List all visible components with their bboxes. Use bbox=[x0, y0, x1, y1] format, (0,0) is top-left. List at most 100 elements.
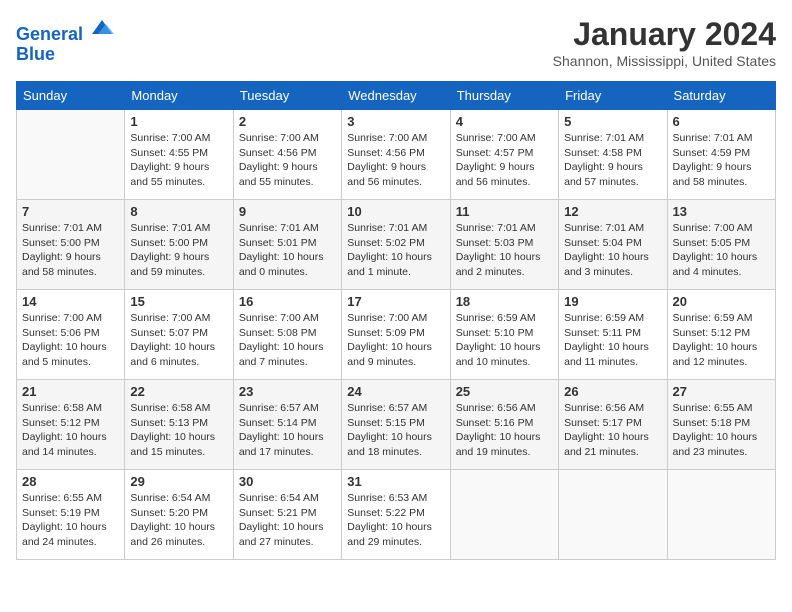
header-thursday: Thursday bbox=[450, 82, 558, 110]
day-info: Sunrise: 7:01 AM Sunset: 5:01 PM Dayligh… bbox=[239, 221, 336, 280]
header-tuesday: Tuesday bbox=[233, 82, 341, 110]
calendar-body: 1 Sunrise: 7:00 AM Sunset: 4:55 PM Daylig… bbox=[17, 110, 776, 560]
calendar-cell: 3 Sunrise: 7:00 AM Sunset: 4:56 PM Daylig… bbox=[342, 110, 450, 200]
calendar-cell: 11 Sunrise: 7:01 AM Sunset: 5:03 PM Dayli… bbox=[450, 200, 558, 290]
day-info: Sunrise: 7:01 AM Sunset: 5:02 PM Dayligh… bbox=[347, 221, 444, 280]
calendar-header-row: SundayMondayTuesdayWednesdayThursdayFrid… bbox=[17, 82, 776, 110]
calendar-cell: 16Sunrise: 7:00 AM Sunset: 5:08 PM Dayli… bbox=[233, 290, 341, 380]
calendar-cell: 30 Sunrise: 6:54 AM Sunset: 5:21 PM Dayli… bbox=[233, 470, 341, 560]
day-info: Sunrise: 6:57 AM Sunset: 5:14 PM Dayligh… bbox=[239, 401, 336, 460]
logo-icon bbox=[90, 16, 114, 40]
calendar-week-row: 7 Sunrise: 7:01 AM Sunset: 5:00 PM Daylig… bbox=[17, 200, 776, 290]
day-info: Sunrise: 7:01 AM Sunset: 5:00 PM Dayligh… bbox=[130, 221, 227, 280]
day-info: Sunrise: 6:59 AM Sunset: 5:10 PM Dayligh… bbox=[456, 311, 553, 370]
day-number: 6 bbox=[673, 114, 770, 129]
calendar-cell: 27Sunrise: 6:55 AM Sunset: 5:18 PM Dayli… bbox=[667, 380, 775, 470]
calendar-cell: 25Sunrise: 6:56 AM Sunset: 5:16 PM Dayli… bbox=[450, 380, 558, 470]
day-number: 30 bbox=[239, 474, 336, 489]
day-info: Sunrise: 7:01 AM Sunset: 4:59 PM Dayligh… bbox=[673, 131, 770, 190]
day-info: Sunrise: 6:57 AM Sunset: 5:15 PM Dayligh… bbox=[347, 401, 444, 460]
calendar-cell: 1 Sunrise: 7:00 AM Sunset: 4:55 PM Daylig… bbox=[125, 110, 233, 200]
day-number: 8 bbox=[130, 204, 227, 219]
day-number: 29 bbox=[130, 474, 227, 489]
calendar-week-row: 1 Sunrise: 7:00 AM Sunset: 4:55 PM Daylig… bbox=[17, 110, 776, 200]
day-number: 21 bbox=[22, 384, 119, 399]
day-info: Sunrise: 7:01 AM Sunset: 5:04 PM Dayligh… bbox=[564, 221, 661, 280]
logo-text: General bbox=[16, 16, 114, 45]
day-number: 9 bbox=[239, 204, 336, 219]
day-number: 17 bbox=[347, 294, 444, 309]
day-number: 4 bbox=[456, 114, 553, 129]
calendar-cell: 14Sunrise: 7:00 AM Sunset: 5:06 PM Dayli… bbox=[17, 290, 125, 380]
day-number: 2 bbox=[239, 114, 336, 129]
header-monday: Monday bbox=[125, 82, 233, 110]
calendar-week-row: 21 Sunrise: 6:58 AM Sunset: 5:12 PM Dayli… bbox=[17, 380, 776, 470]
calendar-cell: 29Sunrise: 6:54 AM Sunset: 5:20 PM Dayli… bbox=[125, 470, 233, 560]
day-number: 7 bbox=[22, 204, 119, 219]
day-info: Sunrise: 6:58 AM Sunset: 5:13 PM Dayligh… bbox=[130, 401, 227, 460]
calendar-cell: 20 Sunrise: 6:59 AM Sunset: 5:12 PM Dayli… bbox=[667, 290, 775, 380]
header-saturday: Saturday bbox=[667, 82, 775, 110]
day-info: Sunrise: 7:01 AM Sunset: 5:00 PM Dayligh… bbox=[22, 221, 119, 280]
calendar-cell bbox=[667, 470, 775, 560]
day-number: 26 bbox=[564, 384, 661, 399]
day-info: Sunrise: 7:00 AM Sunset: 5:05 PM Dayligh… bbox=[673, 221, 770, 280]
day-info: Sunrise: 6:53 AM Sunset: 5:22 PM Dayligh… bbox=[347, 491, 444, 550]
day-info: Sunrise: 7:00 AM Sunset: 4:56 PM Dayligh… bbox=[239, 131, 336, 190]
calendar-cell: 8 Sunrise: 7:01 AM Sunset: 5:00 PM Daylig… bbox=[125, 200, 233, 290]
day-number: 13 bbox=[673, 204, 770, 219]
calendar-cell: 10Sunrise: 7:01 AM Sunset: 5:02 PM Dayli… bbox=[342, 200, 450, 290]
day-number: 1 bbox=[130, 114, 227, 129]
title-area: January 2024 Shannon, Mississippi, Unite… bbox=[553, 16, 776, 69]
calendar-cell: 7 Sunrise: 7:01 AM Sunset: 5:00 PM Daylig… bbox=[17, 200, 125, 290]
day-info: Sunrise: 6:56 AM Sunset: 5:17 PM Dayligh… bbox=[564, 401, 661, 460]
day-number: 19 bbox=[564, 294, 661, 309]
day-info: Sunrise: 6:55 AM Sunset: 5:19 PM Dayligh… bbox=[22, 491, 119, 550]
day-number: 3 bbox=[347, 114, 444, 129]
day-number: 31 bbox=[347, 474, 444, 489]
calendar-cell: 28Sunrise: 6:55 AM Sunset: 5:19 PM Dayli… bbox=[17, 470, 125, 560]
calendar-table: SundayMondayTuesdayWednesdayThursdayFrid… bbox=[16, 81, 776, 560]
logo: General Blue bbox=[16, 16, 114, 65]
day-info: Sunrise: 6:59 AM Sunset: 5:12 PM Dayligh… bbox=[673, 311, 770, 370]
calendar-cell: 4 Sunrise: 7:00 AM Sunset: 4:57 PM Daylig… bbox=[450, 110, 558, 200]
day-number: 25 bbox=[456, 384, 553, 399]
day-info: Sunrise: 7:00 AM Sunset: 4:56 PM Dayligh… bbox=[347, 131, 444, 190]
day-info: Sunrise: 6:58 AM Sunset: 5:12 PM Dayligh… bbox=[22, 401, 119, 460]
day-info: Sunrise: 7:00 AM Sunset: 4:57 PM Dayligh… bbox=[456, 131, 553, 190]
calendar-cell: 13 Sunrise: 7:00 AM Sunset: 5:05 PM Dayli… bbox=[667, 200, 775, 290]
calendar-week-row: 14Sunrise: 7:00 AM Sunset: 5:06 PM Dayli… bbox=[17, 290, 776, 380]
day-info: Sunrise: 7:00 AM Sunset: 5:09 PM Dayligh… bbox=[347, 311, 444, 370]
calendar-cell: 21 Sunrise: 6:58 AM Sunset: 5:12 PM Dayli… bbox=[17, 380, 125, 470]
day-number: 20 bbox=[673, 294, 770, 309]
calendar-week-row: 28Sunrise: 6:55 AM Sunset: 5:19 PM Dayli… bbox=[17, 470, 776, 560]
day-info: Sunrise: 6:54 AM Sunset: 5:21 PM Dayligh… bbox=[239, 491, 336, 550]
day-info: Sunrise: 7:00 AM Sunset: 5:07 PM Dayligh… bbox=[130, 311, 227, 370]
header-sunday: Sunday bbox=[17, 82, 125, 110]
calendar-cell: 31 Sunrise: 6:53 AM Sunset: 5:22 PM Dayli… bbox=[342, 470, 450, 560]
calendar-cell bbox=[17, 110, 125, 200]
header-friday: Friday bbox=[559, 82, 667, 110]
calendar-cell: 26 Sunrise: 6:56 AM Sunset: 5:17 PM Dayli… bbox=[559, 380, 667, 470]
day-number: 12 bbox=[564, 204, 661, 219]
day-number: 5 bbox=[564, 114, 661, 129]
calendar-subtitle: Shannon, Mississippi, United States bbox=[553, 53, 776, 69]
day-number: 11 bbox=[456, 204, 553, 219]
logo-general: General bbox=[16, 24, 83, 44]
calendar-cell: 24Sunrise: 6:57 AM Sunset: 5:15 PM Dayli… bbox=[342, 380, 450, 470]
calendar-cell bbox=[559, 470, 667, 560]
logo-blue: Blue bbox=[16, 45, 114, 65]
day-info: Sunrise: 7:01 AM Sunset: 4:58 PM Dayligh… bbox=[564, 131, 661, 190]
day-number: 18 bbox=[456, 294, 553, 309]
day-info: Sunrise: 7:01 AM Sunset: 5:03 PM Dayligh… bbox=[456, 221, 553, 280]
calendar-cell: 15Sunrise: 7:00 AM Sunset: 5:07 PM Dayli… bbox=[125, 290, 233, 380]
calendar-cell bbox=[450, 470, 558, 560]
calendar-cell: 2 Sunrise: 7:00 AM Sunset: 4:56 PM Daylig… bbox=[233, 110, 341, 200]
day-info: Sunrise: 7:00 AM Sunset: 4:55 PM Dayligh… bbox=[130, 131, 227, 190]
calendar-cell: 6 Sunrise: 7:01 AM Sunset: 4:59 PM Daylig… bbox=[667, 110, 775, 200]
calendar-cell: 12 Sunrise: 7:01 AM Sunset: 5:04 PM Dayli… bbox=[559, 200, 667, 290]
day-number: 27 bbox=[673, 384, 770, 399]
calendar-cell: 9 Sunrise: 7:01 AM Sunset: 5:01 PM Daylig… bbox=[233, 200, 341, 290]
calendar-cell: 22 Sunrise: 6:58 AM Sunset: 5:13 PM Dayli… bbox=[125, 380, 233, 470]
day-number: 22 bbox=[130, 384, 227, 399]
